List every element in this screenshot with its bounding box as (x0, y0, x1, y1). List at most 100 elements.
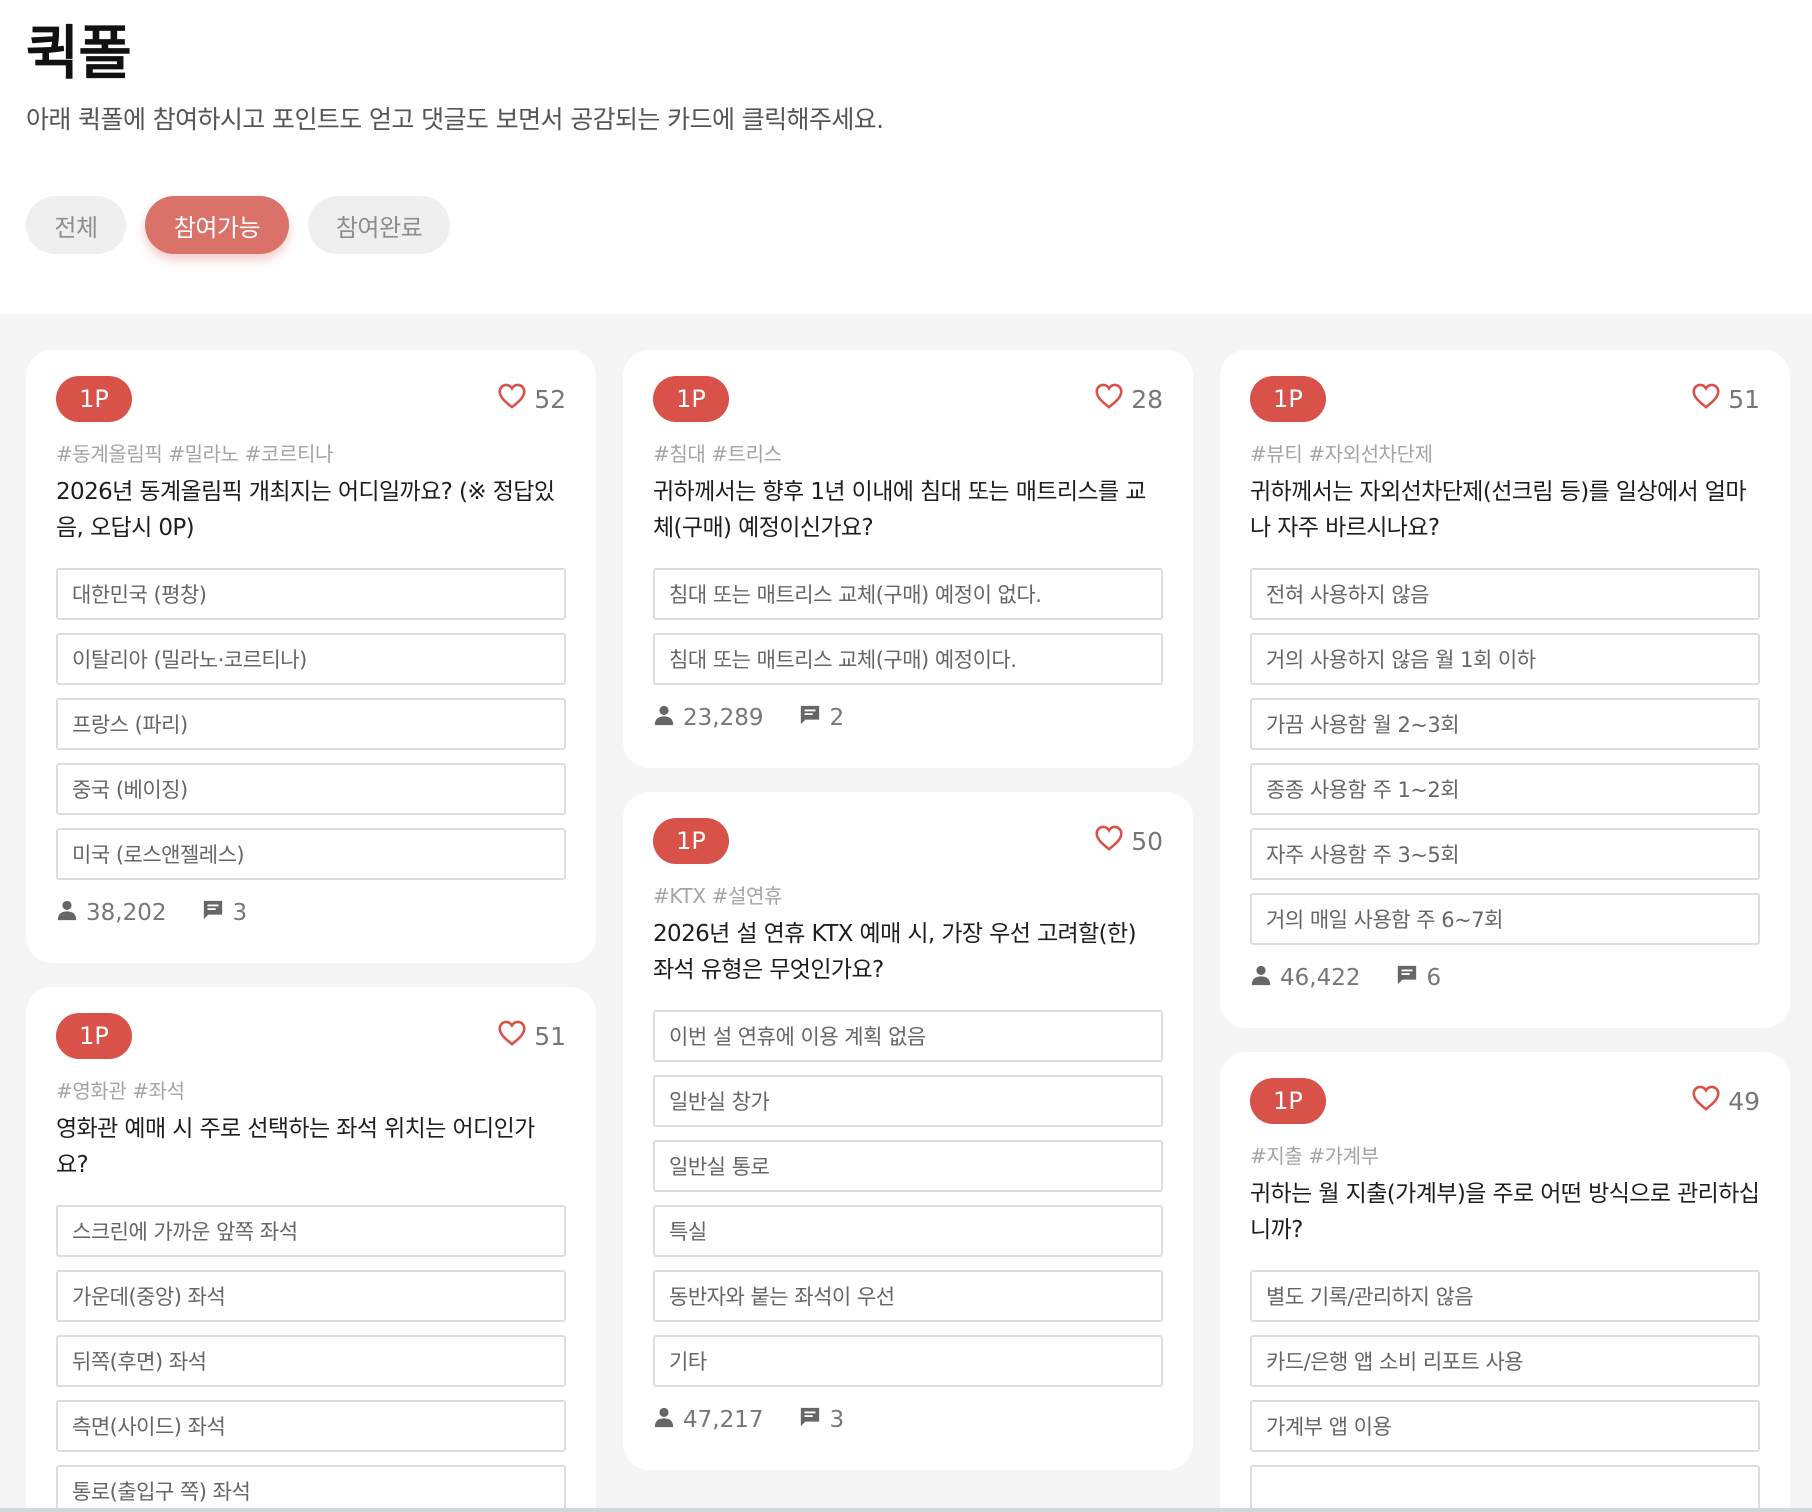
poll-card[interactable]: 1P 28 #침대 #트리스 귀하께서는 향후 1년 이내에 침대 또는 매트리스를 … (623, 350, 1193, 768)
poll-option[interactable]: 이탈리아 (밀라노·코르티나) (56, 633, 566, 685)
like-count: 51 (534, 1021, 566, 1051)
poll-option[interactable] (1250, 1465, 1760, 1512)
comment-count: 2 (829, 705, 845, 731)
point-badge: 1P (653, 376, 729, 422)
participant-stat: 47,217 (653, 1406, 763, 1434)
heart-outline-icon (1692, 1085, 1720, 1117)
like-button[interactable]: 50 (1095, 825, 1163, 857)
heart-outline-icon (498, 1020, 526, 1052)
poll-stats: 47,217 3 (653, 1400, 1163, 1440)
person-icon (1250, 964, 1272, 992)
poll-option[interactable]: 별도 기록/관리하지 않음 (1250, 1270, 1760, 1322)
comment-icon (799, 704, 821, 732)
like-button[interactable]: 52 (498, 383, 566, 415)
point-badge: 1P (1250, 1078, 1326, 1124)
poll-option[interactable]: 대한민국 (평창) (56, 568, 566, 620)
heart-outline-icon (1692, 383, 1720, 415)
poll-card[interactable]: 1P 51 #뷰티 #자외선차단제 귀하께서는 자외선차단제(선크림 등)를 일상에서… (1220, 350, 1790, 1028)
like-button[interactable]: 49 (1692, 1085, 1760, 1117)
like-button[interactable]: 51 (498, 1020, 566, 1052)
poll-stats: 38,202 3 (56, 893, 566, 933)
poll-option[interactable]: 프랑스 (파리) (56, 698, 566, 750)
poll-tags: #동계올림픽 #밀라노 #코르티나 (56, 442, 333, 466)
point-badge: 1P (56, 376, 132, 422)
poll-option[interactable]: 중국 (베이징) (56, 763, 566, 815)
heart-outline-icon (498, 383, 526, 415)
poll-option[interactable]: 뒤쪽(후면) 좌석 (56, 1335, 566, 1387)
poll-option[interactable]: 거의 사용하지 않음 월 1회 이하 (1250, 633, 1760, 685)
point-badge: 1P (56, 1013, 132, 1059)
poll-option[interactable]: 특실 (653, 1205, 1163, 1257)
like-count: 49 (1728, 1086, 1760, 1116)
poll-column-2: 1P 28 #침대 #트리스 귀하께서는 향후 1년 이내에 침대 또는 매트리스를 … (623, 350, 1193, 1494)
poll-options: 스크린에 가까운 앞쪽 좌석가운데(중앙) 좌석뒤쪽(후면) 좌석측면(사이드)… (56, 1205, 566, 1512)
poll-option[interactable]: 침대 또는 매트리스 교체(구매) 예정이다. (653, 633, 1163, 685)
poll-option[interactable]: 기타 (653, 1335, 1163, 1387)
poll-option[interactable]: 측면(사이드) 좌석 (56, 1400, 566, 1452)
poll-board: 1P 52 #동계올림픽 #밀라노 #코르티나 2026년 동계올림픽 개최지는 어디… (0, 314, 1812, 1512)
person-icon (56, 899, 78, 927)
comment-count: 6 (1426, 965, 1442, 991)
poll-option[interactable]: 동반자와 붙는 좌석이 우선 (653, 1270, 1163, 1322)
comment-button[interactable]: 2 (799, 704, 844, 732)
poll-stats: 46,422 6 (1250, 958, 1760, 998)
poll-column-1: 1P 52 #동계올림픽 #밀라노 #코르티나 2026년 동계올림픽 개최지는 어디… (26, 350, 596, 1512)
poll-question: 2026년 동계올림픽 개최지는 어디일까요? (※ 정답있음, 오답시 0P) (56, 479, 555, 541)
filter-tab-all[interactable]: 전체 (26, 196, 126, 254)
heart-outline-icon (1095, 825, 1123, 857)
poll-options: 침대 또는 매트리스 교체(구매) 예정이 없다. 침대 또는 매트리스 교체(구… (653, 568, 1163, 685)
comment-icon (799, 1406, 821, 1434)
participant-count: 23,289 (683, 705, 764, 731)
person-icon (653, 704, 675, 732)
card-header: 1P 50 (653, 818, 1163, 864)
poll-question: 귀하께서는 자외선차단제(선크림 등)를 일상에서 얼마나 자주 바르시나요? (1250, 479, 1747, 541)
poll-options: 별도 기록/관리하지 않음카드/은행 앱 소비 리포트 사용가계부 앱 이용 (1250, 1270, 1760, 1512)
filter-tab-available[interactable]: 참여가능 (145, 196, 289, 254)
point-badge: 1P (653, 818, 729, 864)
poll-option[interactable]: 스크린에 가까운 앞쪽 좌석 (56, 1205, 566, 1257)
poll-option[interactable]: 이번 설 연휴에 이용 계획 없음 (653, 1010, 1163, 1062)
poll-question: 영화관 예매 시 주로 선택하는 좌석 위치는 어디인가요? (56, 1116, 535, 1178)
poll-question: 귀하는 월 지출(가계부)을 주로 어떤 방식으로 관리하십니까? (1250, 1181, 1760, 1243)
poll-option[interactable]: 일반실 창가 (653, 1075, 1163, 1127)
poll-tags: #지출 #가계부 (1250, 1144, 1379, 1168)
poll-stats: 23,289 2 (653, 698, 1163, 738)
poll-option[interactable]: 가끔 사용함 월 2~3회 (1250, 698, 1760, 750)
poll-card[interactable]: 1P 50 #KTX #설연휴 2026년 설 연휴 KTX 예매 시, 가장 우선 … (623, 792, 1193, 1470)
participant-stat: 46,422 (1250, 964, 1360, 992)
participant-count: 38,202 (86, 900, 167, 926)
poll-option[interactable]: 일반실 통로 (653, 1140, 1163, 1192)
like-count: 52 (534, 384, 566, 414)
poll-option[interactable]: 자주 사용함 주 3~5회 (1250, 828, 1760, 880)
filter-tab-completed[interactable]: 참여완료 (308, 196, 450, 254)
poll-card[interactable]: 1P 52 #동계올림픽 #밀라노 #코르티나 2026년 동계올림픽 개최지는 어디… (26, 350, 596, 963)
poll-card[interactable]: 1P 49 #지출 #가계부귀하는 월 지출(가계부)을 주로 어떤 방식으로 관리… (1220, 1052, 1790, 1512)
like-count: 51 (1728, 384, 1760, 414)
poll-option[interactable]: 가계부 앱 이용 (1250, 1400, 1760, 1452)
poll-question: 2026년 설 연휴 KTX 예매 시, 가장 우선 고려할(한) 좌석 유형은… (653, 921, 1137, 983)
comment-button[interactable]: 3 (202, 899, 247, 927)
poll-option[interactable]: 통로(출입구 쪽) 좌석 (56, 1465, 566, 1512)
poll-option[interactable]: 카드/은행 앱 소비 리포트 사용 (1250, 1335, 1760, 1387)
comment-icon (1396, 964, 1418, 992)
poll-option[interactable]: 가운데(중앙) 좌석 (56, 1270, 566, 1322)
comment-button[interactable]: 6 (1396, 964, 1441, 992)
participant-stat: 38,202 (56, 899, 166, 927)
heart-outline-icon (1095, 383, 1123, 415)
poll-option[interactable]: 거의 매일 사용함 주 6~7회 (1250, 893, 1760, 945)
like-button[interactable]: 28 (1095, 383, 1163, 415)
participant-count: 46,422 (1280, 965, 1361, 991)
poll-options: 이번 설 연휴에 이용 계획 없음일반실 창가일반실 통로특실동반자와 붙는 좌… (653, 1010, 1163, 1387)
poll-option[interactable]: 전혀 사용하지 않음 (1250, 568, 1760, 620)
poll-tags: #침대 #트리스 (653, 442, 782, 466)
bottom-divider (0, 1508, 1812, 1512)
poll-option[interactable]: 미국 (로스앤젤레스) (56, 828, 566, 880)
card-header: 1P 28 (653, 376, 1163, 422)
poll-option[interactable]: 종종 사용함 주 1~2회 (1250, 763, 1760, 815)
poll-option[interactable]: 침대 또는 매트리스 교체(구매) 예정이 없다. (653, 568, 1163, 620)
comment-icon (202, 899, 224, 927)
like-button[interactable]: 51 (1692, 383, 1760, 415)
card-header: 1P 49 (1250, 1078, 1760, 1124)
poll-card[interactable]: 1P 51 #영화관 #좌석 영화관 예매 시 주로 선택하는 좌석 위치는 어디인가… (26, 987, 596, 1512)
comment-button[interactable]: 3 (799, 1406, 844, 1434)
